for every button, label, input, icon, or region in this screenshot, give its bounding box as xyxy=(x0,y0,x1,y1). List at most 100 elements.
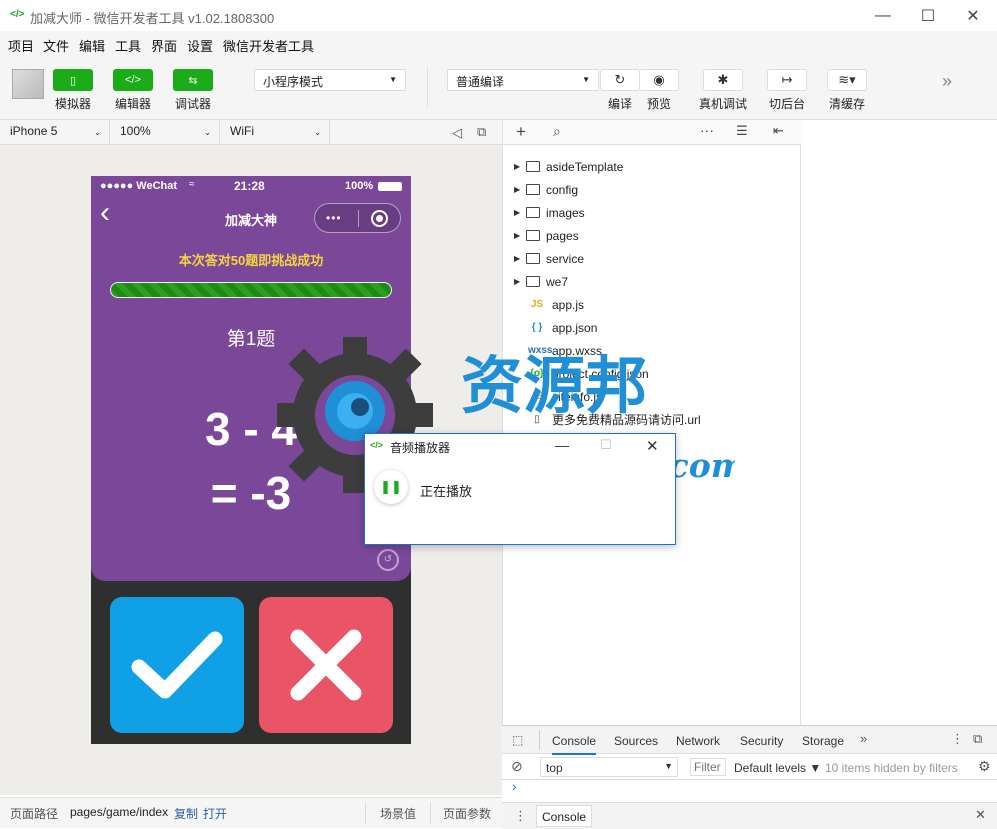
compile-mode-select[interactable]: 普通编译 ▼ xyxy=(447,69,599,91)
tab-sources[interactable]: Sources xyxy=(614,734,658,748)
add-icon[interactable]: + xyxy=(516,122,526,142)
background-label: 切后台 xyxy=(768,97,805,111)
music-toggle-icon[interactable]: ↺ xyxy=(377,549,399,571)
folder-icon xyxy=(526,207,540,218)
folder-config[interactable]: ▶ config xyxy=(502,178,801,201)
capsule-menu[interactable]: ••• xyxy=(314,203,401,233)
network-select[interactable]: WiFi ⌄ xyxy=(220,120,330,144)
sound-icon[interactable]: ◁ xyxy=(452,125,462,141)
menu-tools[interactable]: 工具 xyxy=(115,36,141,55)
challenge-banner: 本次答对50题即挑战成功 xyxy=(178,253,324,268)
caret-down-icon: ⌄ xyxy=(314,128,321,137)
clear-console-icon[interactable]: ⊘ xyxy=(511,758,523,775)
maximize-button[interactable]: ☐ xyxy=(905,0,951,31)
device-select[interactable]: iPhone 5 ⌄ xyxy=(0,120,110,144)
folder-pages[interactable]: ▶ pages xyxy=(502,224,801,247)
file-item[interactable]: JS siteinfo.js xyxy=(502,385,801,408)
filter-input[interactable] xyxy=(690,758,726,776)
expand-arrow-icon[interactable]: ▶ xyxy=(514,185,526,194)
scene-value[interactable]: 场景值 xyxy=(380,805,416,822)
app-logo-icon: </> xyxy=(10,9,25,20)
simulator-button[interactable]: ▯ xyxy=(53,69,93,91)
expression: 3 - 4 xyxy=(204,403,298,455)
compile-button[interactable]: ↻ xyxy=(600,69,640,91)
console-prompt[interactable]: › xyxy=(512,778,517,794)
hide-panel-icon[interactable]: ⇤ xyxy=(773,123,784,139)
avatar[interactable] xyxy=(12,69,44,99)
collapse-icon[interactable]: ☰ xyxy=(736,123,748,139)
zoom-select[interactable]: 100% ⌄ xyxy=(110,120,220,144)
file-item[interactable]: JS app.js xyxy=(502,293,801,316)
pause-button[interactable]: ❚❚ xyxy=(374,470,408,504)
menu-edit[interactable]: 编辑 xyxy=(79,36,105,55)
folder-images[interactable]: ▶ images xyxy=(502,201,801,224)
editor-button[interactable]: </> xyxy=(113,69,153,91)
menu-file[interactable]: 文件 xyxy=(43,36,69,55)
audio-player-dialog: </> 音频播放器 — ☐ ✕ ❚❚ 正在播放 xyxy=(364,433,676,545)
folder-icon xyxy=(526,230,540,241)
folder-icon xyxy=(526,253,540,264)
more-icon[interactable]: » xyxy=(942,71,952,92)
debugger-button[interactable]: ⇆ xyxy=(173,69,213,91)
popout-icon[interactable]: ⧉ xyxy=(477,124,486,140)
file-item[interactable]: { } app.json xyxy=(502,316,801,339)
open-link[interactable]: 打开 xyxy=(203,805,227,822)
expand-arrow-icon[interactable]: ▶ xyxy=(514,162,526,171)
console-panel: ⬚ Console Sources Network Security Stora… xyxy=(502,725,997,829)
folder-icon xyxy=(526,276,540,287)
menu-bar: 项目 文件 编辑 工具 界面 设置 微信开发者工具 xyxy=(0,31,997,57)
close-drawer-icon[interactable]: ✕ xyxy=(975,807,986,823)
file-item[interactable]: ▯ 更多免费精品源码请访问.url xyxy=(502,408,801,431)
menu-devtools[interactable]: 微信开发者工具 xyxy=(223,36,314,55)
file-type-icon: ▯ xyxy=(534,414,540,425)
wrong-button[interactable] xyxy=(259,597,393,733)
remote-debug-button[interactable]: ✱ xyxy=(703,69,743,91)
menu-view[interactable]: 界面 xyxy=(151,36,177,55)
dialog-close-button[interactable]: ✕ xyxy=(646,437,659,455)
background-button[interactable]: ↦ xyxy=(767,69,807,91)
search-icon[interactable]: ⌕ xyxy=(553,123,561,140)
file-item[interactable]: {o} project.config.json xyxy=(502,362,801,385)
tab-security[interactable]: Security xyxy=(740,734,783,748)
close-button[interactable]: ✕ xyxy=(950,0,996,31)
tab-network[interactable]: Network xyxy=(676,734,720,748)
preview-button[interactable]: ◉ xyxy=(639,69,679,91)
inspect-icon[interactable]: ⬚ xyxy=(512,733,523,747)
tab-storage[interactable]: Storage xyxy=(802,734,844,748)
dialog-title: 音频播放器 xyxy=(390,441,451,455)
drawer-tab-console[interactable]: Console xyxy=(536,805,593,827)
folder-asideTemplate[interactable]: ▶ asideTemplate xyxy=(502,155,801,178)
menu-settings[interactable]: 设置 xyxy=(187,36,213,55)
context-select[interactable]: top ▼ xyxy=(540,757,678,777)
copy-link[interactable]: 复制 xyxy=(174,805,198,822)
close-target-icon[interactable] xyxy=(371,210,388,227)
kebab-menu-icon[interactable]: ⋮ xyxy=(951,731,964,747)
question-number: 第1题 xyxy=(226,329,276,350)
more-icon[interactable]: ··· xyxy=(700,122,714,138)
correct-button[interactable] xyxy=(110,597,244,733)
tab-console[interactable]: Console xyxy=(552,734,597,755)
file-item[interactable]: wxss app.wxss xyxy=(502,339,801,362)
expand-arrow-icon[interactable]: ▶ xyxy=(514,231,526,240)
clear-cache-button[interactable]: ≋▾ xyxy=(827,69,867,91)
mode-select[interactable]: 小程序模式 ▼ xyxy=(254,69,406,91)
expand-arrow-icon[interactable]: ▶ xyxy=(514,277,526,286)
dock-icon[interactable]: ⧉ xyxy=(973,731,982,747)
more-tabs-icon[interactable]: » xyxy=(860,731,867,746)
gear-icon[interactable]: ⚙ xyxy=(978,758,991,775)
levels-select[interactable]: Default levels ▼ xyxy=(734,761,821,775)
device-bar: iPhone 5 ⌄ 100% ⌄ WiFi ⌄ ◁ ⧉ xyxy=(0,120,502,145)
folder-service[interactable]: ▶ service xyxy=(502,247,801,270)
page-params[interactable]: 页面参数 xyxy=(443,805,491,822)
expand-arrow-icon[interactable]: ▶ xyxy=(514,254,526,263)
divider xyxy=(427,67,428,107)
progress-bar xyxy=(110,282,392,298)
folder-we7[interactable]: ▶ we7 xyxy=(502,270,801,293)
menu-project[interactable]: 项目 xyxy=(8,36,34,55)
dialog-minimize-button[interactable]: — xyxy=(555,437,569,453)
kebab-menu-icon[interactable]: ⋮ xyxy=(514,808,527,824)
expand-arrow-icon[interactable]: ▶ xyxy=(514,208,526,217)
more-dots-icon[interactable]: ••• xyxy=(326,211,342,225)
page-path-label: 页面路径 xyxy=(10,807,59,821)
minimize-button[interactable]: — xyxy=(860,0,906,31)
